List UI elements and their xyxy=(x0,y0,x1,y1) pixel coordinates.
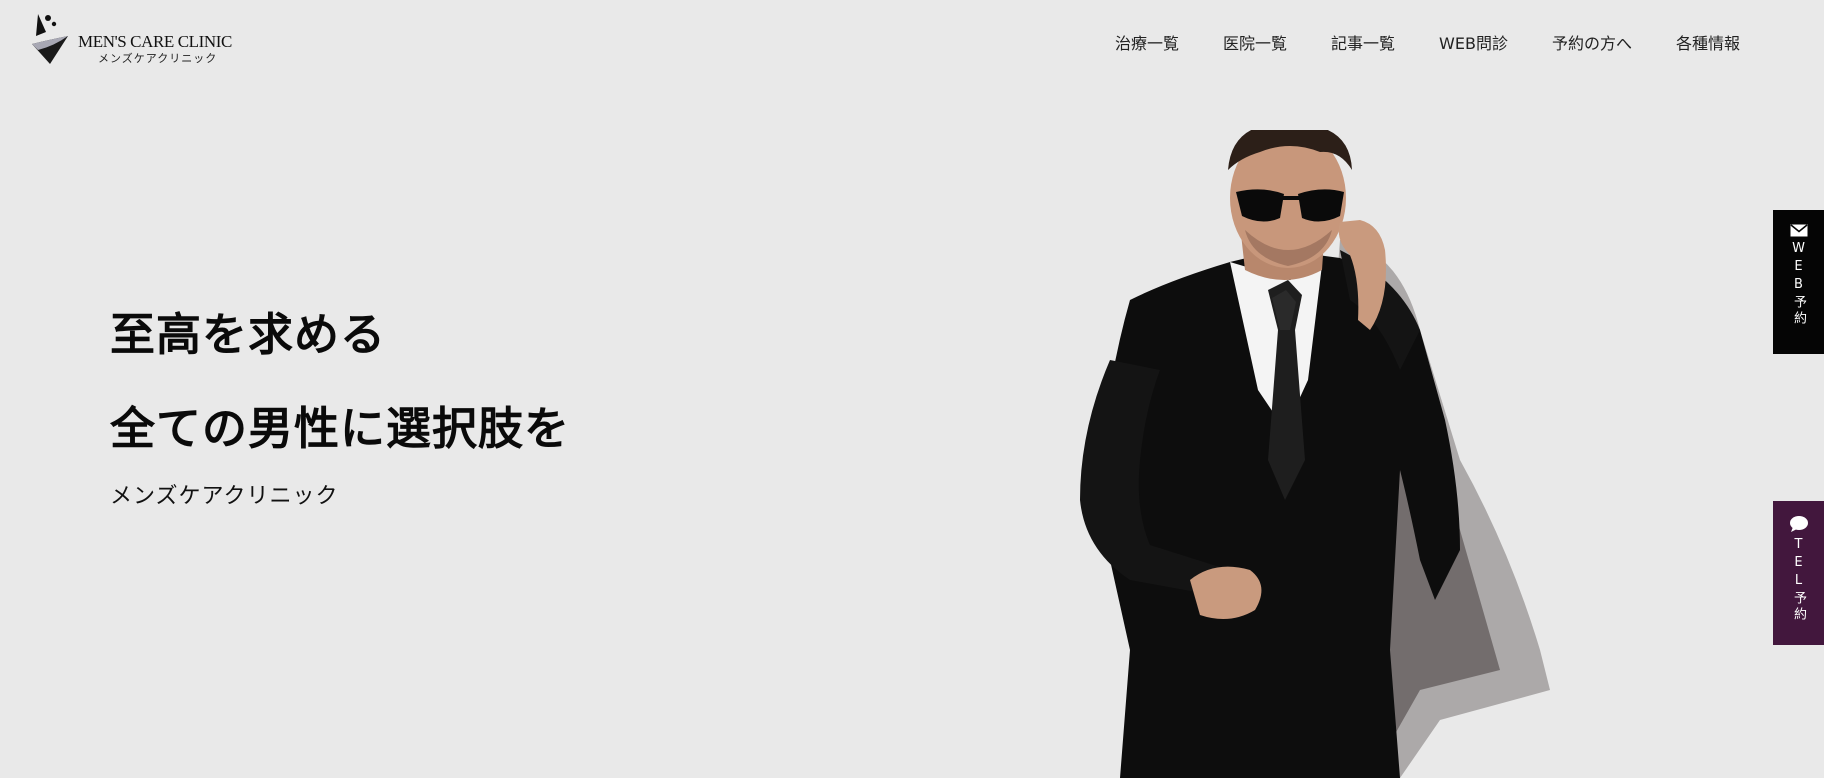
nav-item-info[interactable]: 各種情報 xyxy=(1676,30,1740,54)
tel-reservation-tab[interactable]: TEL予約 xyxy=(1773,501,1824,645)
hero-subtitle: メンズケアクリニック xyxy=(110,484,339,509)
chat-bubble-icon xyxy=(1789,516,1808,532)
hero-headline-line-2: 全ての男性に選択肢を xyxy=(110,402,571,455)
nav-item-web-questionnaire[interactable]: WEB問診 xyxy=(1439,30,1508,54)
web-reservation-tab[interactable]: WEB予約 xyxy=(1773,210,1824,354)
tel-reservation-label: TEL予約 xyxy=(1791,537,1806,623)
hero-headline-line-1: 至高を求める xyxy=(110,308,387,361)
logo-link[interactable]: MEN'S CARE CLINIC メンズケアクリニック xyxy=(28,10,238,66)
web-reservation-label: WEB予約 xyxy=(1791,241,1806,327)
hero-model-image xyxy=(1080,130,1550,778)
mail-icon xyxy=(1789,224,1808,237)
nav-item-reservation-info[interactable]: 予約の方へ xyxy=(1552,30,1632,54)
logo-mark-icon xyxy=(32,14,68,64)
nav-item-treatments[interactable]: 治療一覧 xyxy=(1115,30,1179,54)
nav-item-articles[interactable]: 記事一覧 xyxy=(1331,30,1395,54)
nav-item-clinics[interactable]: 医院一覧 xyxy=(1223,30,1287,54)
main-nav: 治療一覧 医院一覧 記事一覧 WEB問診 予約の方へ 各種情報 xyxy=(1071,30,1740,54)
logo-wordmark: MEN'S CARE CLINIC xyxy=(78,32,232,51)
logo-subtitle: メンズケアクリニック xyxy=(98,52,218,65)
